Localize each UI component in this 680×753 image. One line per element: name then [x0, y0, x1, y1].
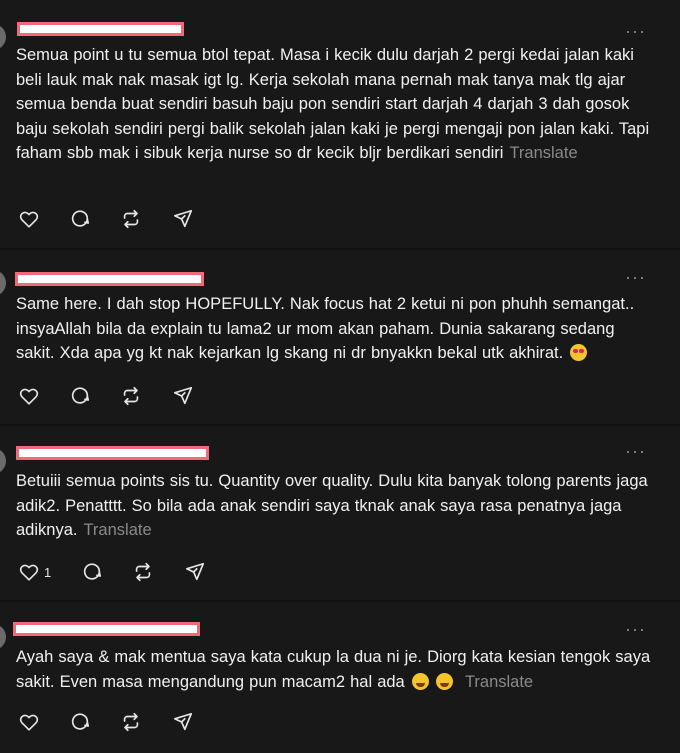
avatar[interactable]	[0, 270, 6, 296]
reply-post: ··· Betuiii semua points sis tu. Quantit…	[0, 426, 680, 600]
like-button[interactable]	[18, 711, 44, 733]
more-options-icon[interactable]: ···	[625, 620, 646, 638]
more-options-icon[interactable]: ···	[625, 268, 646, 286]
comment-bubble-icon	[71, 210, 90, 227]
send-icon	[185, 562, 205, 581]
repost-icon	[135, 562, 151, 582]
redacted-username	[16, 446, 209, 460]
comment-bubble-icon	[83, 563, 102, 580]
avatar[interactable]	[0, 448, 6, 474]
heart-icon	[19, 564, 39, 581]
avatar[interactable]	[0, 624, 6, 650]
repost-icon	[123, 712, 139, 732]
like-button[interactable]	[18, 208, 44, 230]
like-button[interactable]: 1	[18, 561, 51, 583]
more-options-icon[interactable]: ···	[625, 22, 646, 40]
repost-button[interactable]	[120, 711, 142, 733]
send-icon	[173, 386, 193, 405]
like-button[interactable]	[18, 385, 44, 407]
post-text: Same here. I dah stop HOPEFULLY. Nak foc…	[16, 292, 656, 366]
comment-bubble-icon	[71, 713, 90, 730]
heart-icon	[19, 714, 39, 731]
send-icon	[173, 712, 193, 731]
translate-link[interactable]: Translate	[465, 673, 533, 691]
send-icon	[173, 209, 193, 228]
share-button[interactable]	[184, 561, 206, 583]
reply-post: ··· Semua point u tu semua btol tepat. M…	[0, 0, 680, 248]
post-text: Betuiii semua points sis tu. Quantity ov…	[16, 469, 656, 543]
laughing-emoji	[411, 672, 429, 690]
comment-bubble-icon	[71, 387, 90, 404]
post-body: Ayah saya & mak mentua saya kata cukup l…	[16, 648, 651, 691]
share-button[interactable]	[172, 208, 194, 230]
translate-link[interactable]: Translate	[509, 144, 577, 162]
laughing-emoji	[435, 672, 453, 690]
comment-button[interactable]	[81, 561, 103, 583]
comment-button[interactable]	[69, 208, 91, 230]
heart-eyes-emoji	[570, 344, 588, 361]
heart-icon	[19, 388, 39, 405]
repost-button[interactable]	[120, 385, 142, 407]
redacted-username	[15, 272, 204, 286]
share-button[interactable]	[172, 385, 194, 407]
heart-icon	[19, 211, 39, 228]
repost-icon	[123, 386, 139, 406]
reply-post: ··· Ayah saya & mak mentua saya kata cuk…	[0, 602, 680, 753]
more-options-icon[interactable]: ···	[625, 442, 646, 460]
avatar[interactable]	[0, 24, 6, 50]
share-button[interactable]	[172, 711, 194, 733]
post-body: Same here. I dah stop HOPEFULLY. Nak foc…	[16, 295, 635, 362]
reply-feed: ··· Semua point u tu semua btol tepat. M…	[0, 0, 680, 753]
repost-button[interactable]	[132, 561, 154, 583]
comment-button[interactable]	[69, 711, 91, 733]
redacted-username	[17, 22, 184, 36]
translate-link[interactable]: Translate	[83, 521, 151, 539]
reply-post: ··· Same here. I dah stop HOPEFULLY. Nak…	[0, 250, 680, 424]
repost-icon	[123, 209, 139, 229]
post-text: Ayah saya & mak mentua saya kata cukup l…	[16, 645, 656, 694]
redacted-username	[13, 622, 200, 636]
like-count: 1	[44, 564, 52, 580]
comment-button[interactable]	[69, 385, 91, 407]
repost-button[interactable]	[120, 208, 142, 230]
post-text: Semua point u tu semua btol tepat. Masa …	[16, 43, 656, 166]
